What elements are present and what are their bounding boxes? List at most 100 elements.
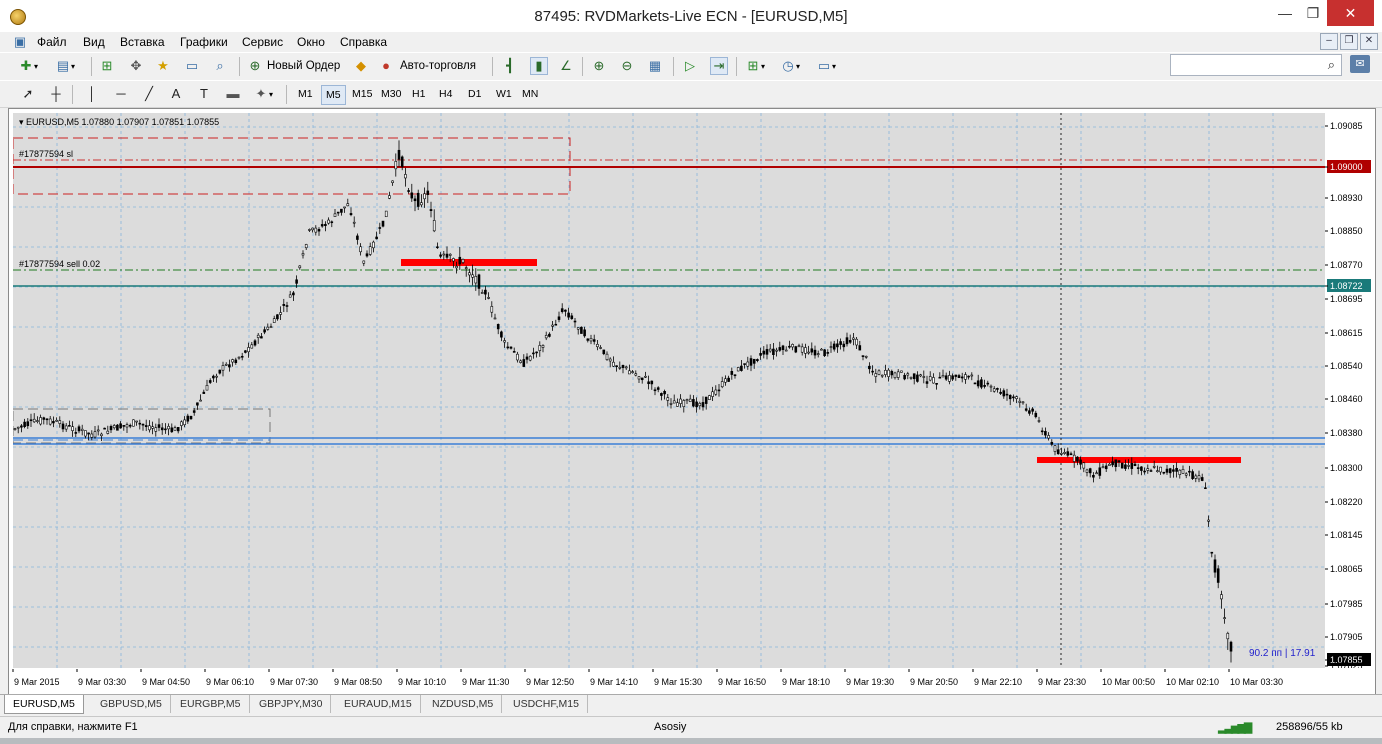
price-label: 1.08220 <box>1330 497 1363 507</box>
profiles-icon[interactable]: ▤ ▾ <box>55 58 75 74</box>
menu-view[interactable]: Вид <box>83 35 105 49</box>
cursor-icon[interactable]: ➚ <box>20 86 36 102</box>
search-input[interactable]: ⌕ <box>1170 54 1342 76</box>
vertical-line-icon[interactable]: │ <box>84 86 100 102</box>
candle-body <box>1152 466 1156 468</box>
timeframe-w1[interactable]: W1 <box>492 85 516 103</box>
metaeditor-icon[interactable]: ◆ <box>353 58 369 74</box>
candle-body <box>858 345 862 351</box>
auto-scroll-icon[interactable]: ▷ <box>682 58 698 74</box>
candle-body <box>676 402 679 407</box>
timeframe-d1[interactable]: D1 <box>464 85 485 103</box>
time-label: 9 Mar 03:30 <box>78 677 126 687</box>
tab-euraud-m15[interactable]: EURAUD,M15 <box>336 695 421 713</box>
search-icon[interactable]: ⌕ <box>1328 57 1335 73</box>
auto-trading-button[interactable]: ● Авто-торговля <box>378 58 476 74</box>
candle-body <box>157 424 161 428</box>
bar-chart-icon[interactable]: ┫ <box>502 58 518 74</box>
menu-charts[interactable]: Графики <box>180 35 228 49</box>
rectangle-icon[interactable]: ▬ <box>225 86 241 102</box>
navigator-icon[interactable]: ✥ <box>128 58 144 74</box>
candle-chart-icon[interactable]: ▮ <box>530 57 548 75</box>
tab-gbpjpy-m30[interactable]: GBPJPY,M30 <box>251 695 332 713</box>
new-order-button[interactable]: ⊕ Новый Ордер <box>247 58 341 74</box>
zoom-in-icon[interactable]: ⊕ <box>591 58 607 74</box>
time-scale[interactable]: 9 Mar 2015 9 Mar 03:30 9 Mar 04:50 9 Mar 06… <box>9 669 1325 693</box>
tab-eurgbp-m5[interactable]: EURGBP,M5 <box>172 695 250 713</box>
candle-body <box>237 356 241 359</box>
auto-trading-icon: ● <box>382 58 390 73</box>
candle-body <box>240 355 244 358</box>
candle-body <box>605 353 609 360</box>
candle-body <box>919 374 922 377</box>
text-icon[interactable]: A <box>168 86 184 102</box>
timeframe-m5[interactable]: M5 <box>321 85 346 105</box>
tester-icon[interactable]: ⌕ <box>212 58 228 74</box>
candle-body <box>570 315 574 320</box>
market-watch-icon[interactable]: ⊞ <box>99 58 115 74</box>
terminal-icon[interactable]: ▭ <box>184 58 200 74</box>
text-label-icon[interactable]: T <box>196 86 212 102</box>
favorites-icon[interactable]: ★ <box>155 58 171 74</box>
line-chart-icon[interactable]: ∠ <box>558 58 574 74</box>
tab-gbpusd-m5[interactable]: GBPUSD,M5 <box>92 695 171 713</box>
candle-body <box>637 376 641 380</box>
chart-window[interactable]: #17877594 sl #17877594 sell 0.02 90.2 пп… <box>8 108 1376 696</box>
timeframe-m1[interactable]: M1 <box>294 85 317 103</box>
price-chart[interactable]: #17877594 sl #17877594 sell 0.02 90.2 пп… <box>13 113 1325 668</box>
indicators-icon[interactable]: ⊞ ▾ <box>745 58 765 74</box>
mdi-minimize-button[interactable]: – <box>1320 33 1338 50</box>
candle-body <box>26 421 30 427</box>
timeframe-h4[interactable]: H4 <box>435 85 456 103</box>
price-label: 1.08930 <box>1330 193 1363 203</box>
mdi-restore-button[interactable]: ❐ <box>1340 33 1358 50</box>
menu-help[interactable]: Справка <box>340 35 387 49</box>
menu-file[interactable]: Файл <box>37 35 67 49</box>
close-button[interactable]: ✕ <box>1327 0 1374 26</box>
notifications-icon[interactable]: ✉ <box>1350 55 1370 73</box>
symbol-info: ▾ EURUSD,M5 1.07880 1.07907 1.07851 1.07… <box>19 117 220 127</box>
trendline-icon[interactable]: ╱ <box>141 86 157 102</box>
menu-tools[interactable]: Сервис <box>242 35 283 49</box>
templates-icon[interactable]: ▭ ▾ <box>816 58 836 74</box>
new-chart-icon[interactable]: ✚ ▾ <box>18 58 38 74</box>
red-marker-2[interactable] <box>1037 457 1241 463</box>
candle-body <box>1127 465 1130 467</box>
menu-insert[interactable]: Вставка <box>120 35 165 49</box>
price-scale[interactable]: 1.09085 1.09000 1.08930 1.08850 1.08770 1.087… <box>1325 113 1373 668</box>
menu-window[interactable]: Окно <box>297 35 325 49</box>
periods-icon[interactable]: ◷ ▾ <box>780 58 800 74</box>
candle-body <box>717 389 721 392</box>
tile-windows-icon[interactable]: ▦ <box>647 58 663 74</box>
window-title: 87495: RVDMarkets-Live ECN - [EURUSD,M5] <box>534 8 848 25</box>
candle-body <box>1175 467 1178 472</box>
chart-shift-icon[interactable]: ⇥ <box>710 57 728 75</box>
time-label: 10 Mar 00:50 <box>1102 677 1155 687</box>
crosshair-icon[interactable]: ┼ <box>48 86 64 102</box>
time-label: 9 Mar 10:10 <box>398 677 446 687</box>
tab-nzdusd-m5[interactable]: NZDUSD,M5 <box>424 695 503 713</box>
tab-eurusd-m5[interactable]: EURUSD,M5 <box>4 695 84 714</box>
candle-body <box>602 349 606 355</box>
candle-body <box>250 344 254 349</box>
candle-body <box>173 427 177 431</box>
horizontal-line-icon[interactable]: ─ <box>113 86 129 102</box>
candle-body <box>80 428 84 431</box>
price-label: 1.08460 <box>1330 394 1363 404</box>
zoom-out-icon[interactable]: ⊖ <box>619 58 635 74</box>
mdi-close-button[interactable]: ✕ <box>1360 33 1378 50</box>
arrows-icon[interactable]: ✦ ▾ <box>253 86 273 102</box>
candle-body <box>471 274 474 278</box>
candle-body <box>644 375 647 378</box>
chart-plot-area[interactable]: #17877594 sl #17877594 sell 0.02 90.2 пп… <box>13 113 1325 668</box>
timeframe-h1[interactable]: H1 <box>408 85 429 103</box>
timeframe-mn[interactable]: MN <box>518 85 542 103</box>
tab-usdchf-m15[interactable]: USDCHF,M15 <box>505 695 588 713</box>
candle-body <box>877 370 881 375</box>
candle-body <box>954 374 958 377</box>
red-marker-1[interactable] <box>401 259 537 266</box>
document-icon[interactable]: ▣ <box>12 34 28 50</box>
timeframe-m30[interactable]: M30 <box>377 85 405 103</box>
timeframe-m15[interactable]: M15 <box>348 85 376 103</box>
candle-body <box>125 424 129 428</box>
